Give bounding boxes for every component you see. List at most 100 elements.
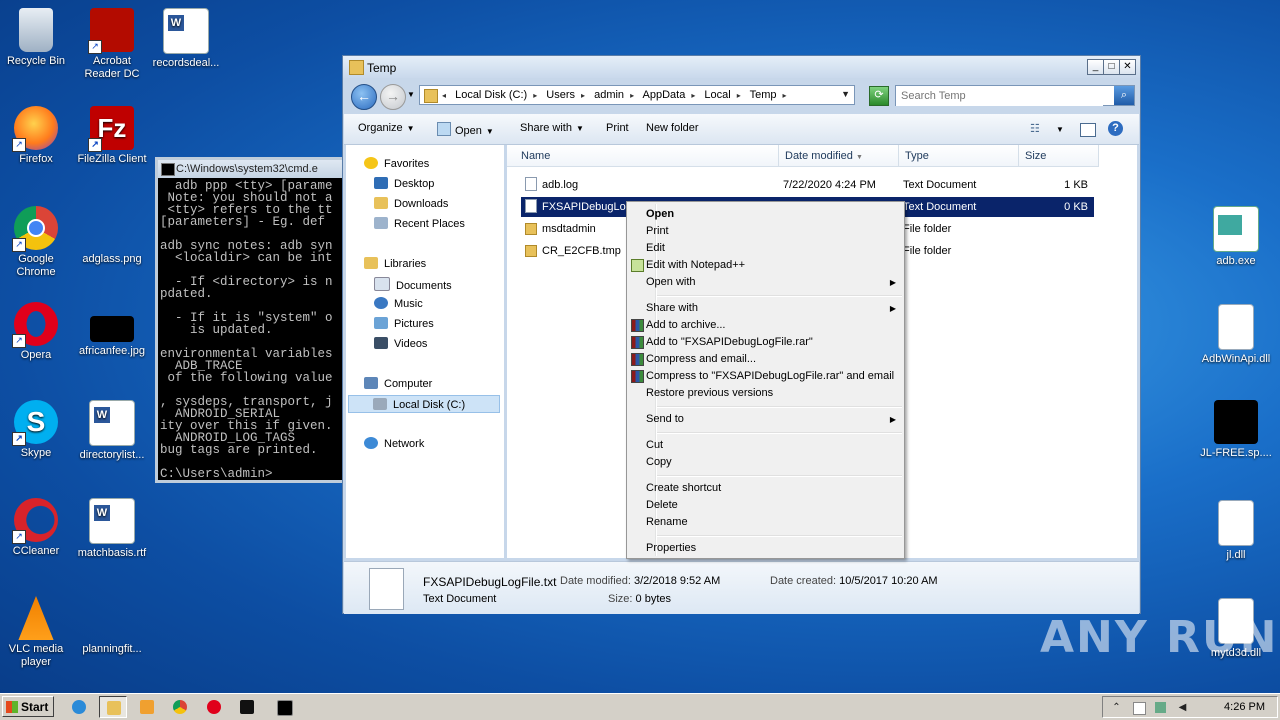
- desktop-icon-adb-exe[interactable]: adb.exe: [1198, 206, 1274, 268]
- desktop-icon-ccleaner[interactable]: ↗ CCleaner: [0, 498, 74, 558]
- desktop-icon-recycle-bin[interactable]: Recycle Bin: [0, 8, 74, 68]
- breadcrumb-item[interactable]: Local Disk (C:): [455, 89, 527, 101]
- taskbar-ie[interactable]: [65, 696, 93, 718]
- print-button[interactable]: Print: [606, 122, 629, 134]
- breadcrumb-item[interactable]: AppData: [643, 89, 686, 101]
- menu-item-open-with[interactable]: Open with ▶: [629, 274, 902, 291]
- minimize-button[interactable]: _: [1087, 59, 1104, 75]
- chevron-right-icon[interactable]: ▸: [581, 91, 585, 100]
- nav-music[interactable]: Music: [374, 297, 423, 310]
- help-icon[interactable]: ?: [1108, 121, 1123, 136]
- menu-item-compress-email[interactable]: Compress and email...: [629, 351, 902, 368]
- menu-item-send-to[interactable]: Send to ▶: [629, 411, 902, 428]
- nav-computer[interactable]: Computer: [364, 377, 432, 390]
- menu-item-open[interactable]: Open: [629, 206, 902, 223]
- menu-item-cut[interactable]: Cut: [629, 437, 902, 454]
- cmd-window[interactable]: C:\Windows\system32\cmd.e adb ppp <tty> …: [155, 157, 345, 483]
- organize-button[interactable]: Organize ▼: [358, 122, 415, 134]
- desktop-icon-skype[interactable]: S ↗ Skype: [0, 400, 74, 460]
- desktop-icon-matchbasis[interactable]: W matchbasis.rtf: [74, 498, 150, 560]
- column-header-size[interactable]: Size: [1019, 145, 1099, 167]
- nav-network[interactable]: Network: [364, 437, 424, 450]
- desktop-icon-directorylist[interactable]: W directorylist...: [74, 400, 150, 462]
- menu-item-create-shortcut[interactable]: Create shortcut: [629, 480, 902, 497]
- menu-item-share-with[interactable]: Share with ▶: [629, 300, 902, 317]
- nav-desktop[interactable]: Desktop: [374, 177, 434, 190]
- menu-item-add-archive[interactable]: Add to archive...: [629, 317, 902, 334]
- desktop-icon-planningfit[interactable]: planningfit...: [74, 596, 150, 656]
- maximize-button[interactable]: □: [1103, 59, 1120, 75]
- taskbar-chrome[interactable]: [166, 696, 194, 718]
- column-header-type[interactable]: Type: [899, 145, 1019, 167]
- desktop-icon-acrobat[interactable]: ↗ Acrobat Reader DC: [74, 8, 150, 81]
- chevron-right-icon[interactable]: ▸: [691, 91, 695, 100]
- nav-pictures[interactable]: Pictures: [374, 317, 434, 330]
- clock[interactable]: 4:26 PM: [1224, 701, 1265, 713]
- desktop-icon-africanfee[interactable]: africanfee.jpg: [74, 316, 150, 358]
- breadcrumb-item[interactable]: Local: [704, 89, 730, 101]
- flag-icon[interactable]: [1133, 702, 1146, 715]
- desktop-icon-jl-dll[interactable]: jl.dll: [1198, 500, 1274, 562]
- cmd-titlebar[interactable]: C:\Windows\system32\cmd.e: [158, 160, 342, 178]
- preview-pane-icon[interactable]: [1080, 123, 1096, 137]
- desktop-icon-filezilla[interactable]: Fz ↗ FileZilla Client: [74, 106, 150, 166]
- taskbar-cmd[interactable]: [270, 696, 298, 718]
- breadcrumb-item[interactable]: admin: [594, 89, 624, 101]
- menu-item-properties[interactable]: Properties: [629, 540, 902, 557]
- chevron-right-icon[interactable]: ▸: [630, 91, 634, 100]
- nav-videos[interactable]: Videos: [374, 337, 427, 350]
- taskbar-media-player[interactable]: [133, 696, 161, 718]
- menu-item-restore[interactable]: Restore previous versions: [629, 385, 902, 402]
- address-dropdown-icon[interactable]: ▼: [841, 89, 850, 99]
- search-icon[interactable]: ⌕: [1114, 86, 1134, 105]
- address-field[interactable]: ◂ Local Disk (C:) ▸ Users ▸ admin ▸ AppData…: [419, 85, 855, 105]
- column-header-name[interactable]: Name: [507, 145, 779, 167]
- menu-item-delete[interactable]: Delete: [629, 497, 902, 514]
- nav-libraries[interactable]: Libraries: [364, 257, 426, 270]
- menu-item-compress-rar-email[interactable]: Compress to "FXSAPIDebugLogFile.rar" and…: [629, 368, 902, 385]
- forward-button[interactable]: →: [380, 84, 406, 110]
- open-button[interactable]: Open ▼: [437, 122, 494, 137]
- show-hidden-icons-icon[interactable]: ⌃: [1111, 702, 1122, 713]
- search-box[interactable]: ⌕: [895, 85, 1135, 106]
- chevron-right-icon[interactable]: ▸: [783, 91, 787, 100]
- volume-icon[interactable]: ◀: [1177, 702, 1188, 713]
- back-button[interactable]: ←: [351, 84, 377, 110]
- file-row[interactable]: adb.log 7/22/2020 4:24 PM Text Document …: [521, 175, 1094, 195]
- view-dropdown-icon[interactable]: ▼: [1056, 125, 1064, 134]
- nav-local-disk[interactable]: Local Disk (C:): [348, 395, 500, 413]
- breadcrumb-item[interactable]: Users: [546, 89, 575, 101]
- close-button[interactable]: ✕: [1119, 59, 1136, 75]
- desktop-icon-adglass[interactable]: adglass.png: [74, 206, 150, 266]
- desktop-icon-vlc[interactable]: VLC media player: [0, 596, 74, 669]
- desktop-icon-jl-free[interactable]: JL-FREE.sp....: [1198, 400, 1274, 460]
- nav-recent-places[interactable]: Recent Places: [374, 217, 465, 230]
- taskbar-box-app[interactable]: [233, 696, 261, 718]
- explorer-titlebar[interactable]: Temp _ □ ✕: [343, 56, 1140, 78]
- menu-item-rename[interactable]: Rename: [629, 514, 902, 531]
- network-icon[interactable]: [1155, 702, 1166, 713]
- share-with-button[interactable]: Share with ▼: [520, 122, 584, 134]
- desktop-icon-chrome[interactable]: ↗ Google Chrome: [0, 206, 74, 279]
- desktop-icon-recordsdeal[interactable]: W recordsdeal...: [148, 8, 224, 70]
- chevron-right-icon[interactable]: ▸: [737, 91, 741, 100]
- menu-item-add-rar[interactable]: Add to "FXSAPIDebugLogFile.rar": [629, 334, 902, 351]
- nav-favorites[interactable]: Favorites: [364, 157, 429, 170]
- menu-item-edit[interactable]: Edit: [629, 240, 902, 257]
- chevron-right-icon[interactable]: ▸: [533, 91, 537, 100]
- nav-documents[interactable]: Documents: [374, 277, 452, 292]
- new-folder-button[interactable]: New folder: [646, 122, 699, 134]
- refresh-button[interactable]: ⟳: [869, 86, 889, 106]
- desktop-icon-firefox[interactable]: ↗ Firefox: [0, 106, 74, 166]
- desktop-icon-opera[interactable]: ↗ Opera: [0, 302, 74, 362]
- menu-item-print[interactable]: Print: [629, 223, 902, 240]
- recent-pages-dropdown[interactable]: ▼: [407, 90, 415, 99]
- taskbar-explorer[interactable]: [99, 696, 127, 718]
- start-button[interactable]: Start: [2, 696, 54, 717]
- desktop-icon-adbwinapi[interactable]: AdbWinApi.dll: [1198, 304, 1274, 366]
- breadcrumb-item[interactable]: Temp: [750, 89, 777, 101]
- taskbar-opera[interactable]: [200, 696, 228, 718]
- column-header-date[interactable]: Date modified ▼: [779, 145, 899, 167]
- menu-item-copy[interactable]: Copy: [629, 454, 902, 471]
- menu-item-edit-notepadpp[interactable]: Edit with Notepad++: [629, 257, 902, 274]
